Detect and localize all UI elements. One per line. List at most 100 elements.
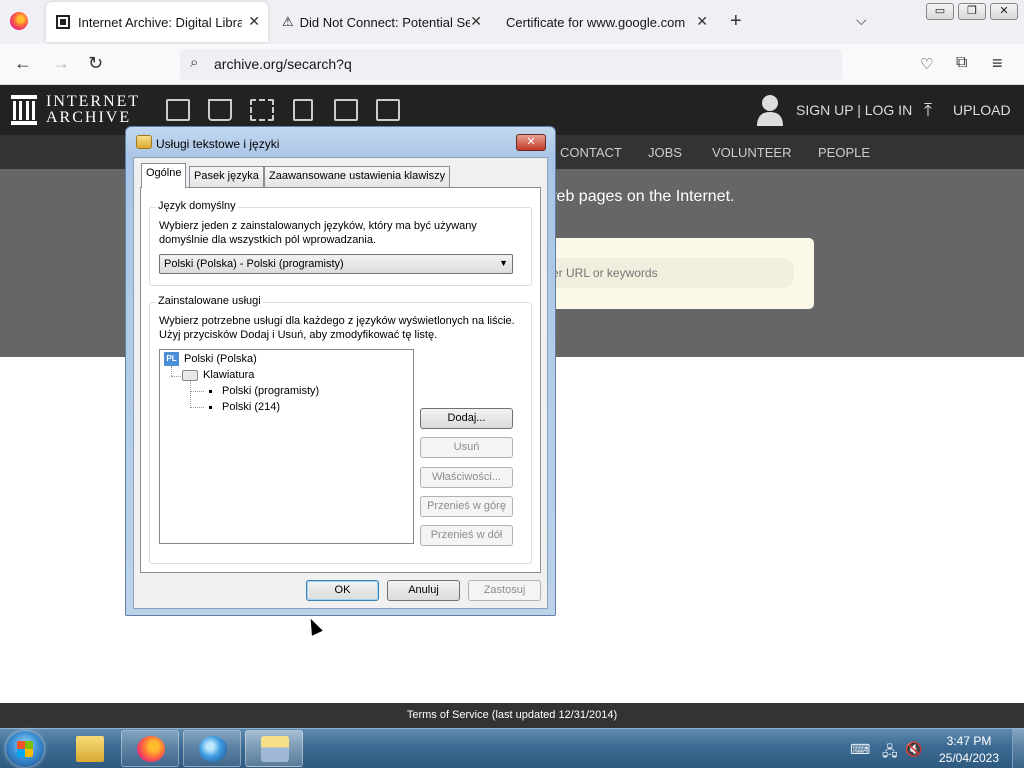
keyboard-icon [261,736,289,762]
clock-time[interactable]: 3:47 PM [934,734,1004,748]
services-tree[interactable]: PL Polski (Polska) Klawiatura Polski (pr… [159,349,414,544]
default-language-dropdown[interactable]: Polski (Polska) - Polski (programisty) ▼ [159,254,513,274]
tab-internet-archive[interactable]: Internet Archive: Digital Library ✕ [46,2,268,42]
software-floppy-icon[interactable] [334,99,358,121]
user-avatar-icon[interactable] [757,94,783,126]
nav-contact[interactable]: CONTACT [560,145,622,160]
nav-people[interactable]: PEOPLE [818,145,870,160]
archive-logo-text[interactable]: INTERNET ARCHIVE [46,94,140,126]
nav-jobs[interactable]: JOBS [648,145,682,160]
tab-general[interactable]: Ogólne [141,163,187,188]
tab-close-icon[interactable]: ✕ [248,13,260,30]
search-icon: ⌕ [190,54,199,71]
tree-connector [190,381,191,408]
clock-date[interactable]: 25/04/2023 [934,751,1004,765]
volume-muted-icon[interactable]: 🔇 [905,741,922,758]
default-language-label: Język domyślny [156,200,238,212]
forward-arrow-icon[interactable]: → [52,53,70,74]
nav-volunteer[interactable]: VOLUNTEER [712,145,791,160]
hamburger-menu-icon[interactable]: ≡ [992,53,1003,74]
window-close-button[interactable]: ✕ [990,3,1018,20]
maximize-button[interactable]: ❐ [958,3,986,20]
text-services-icon [136,135,152,149]
tree-connector [171,376,181,377]
apply-button[interactable]: Zastosuj [468,580,541,601]
reload-icon[interactable]: ↻ [88,53,103,74]
start-button[interactable] [6,731,44,767]
tab-title: Internet Archive: Digital Library [78,14,242,30]
tab-close-icon[interactable]: ✕ [696,13,708,30]
description-line: Wybierz potrzebne usługi dla każdego z j… [159,315,515,327]
description-line: Użyj przycisków Dodaj i Usuń, aby zmodyf… [159,329,438,341]
dialog-close-button[interactable]: ✕ [516,134,546,151]
tree-node-keyboard-layout[interactable]: Polski (programisty) [222,385,319,397]
archive-logo-icon[interactable] [10,94,38,126]
terms-of-service-link[interactable]: Terms of Service (last updated 12/31/201… [407,709,617,721]
windows-taskbar: ⌨ 🖧 🔇 3:47 PM 25/04/2023 [0,728,1024,768]
tab-certificate[interactable]: Certificate for www.google.com ✕ [496,2,716,42]
web-media-icon[interactable] [166,99,190,121]
wayback-search-input[interactable] [544,258,794,288]
upload-arrow-icon[interactable]: ⤒ [924,100,932,121]
url-text[interactable]: archive.org/secarch?q [214,56,352,72]
wayback-search-panel [540,238,814,309]
archive-favicon-icon [56,15,70,29]
dialog-title: Usługi tekstowe i języki [156,137,280,151]
upload-link[interactable]: UPLOAD [953,102,1011,118]
list-all-tabs-button[interactable]: ⌵ [856,12,867,29]
new-tab-button[interactable]: + [730,10,742,33]
tab-advanced-key-settings[interactable]: Zaawansowane ustawienia klawiszy [264,166,451,187]
tab-did-not-connect[interactable]: ⚠ Did Not Connect: Potential Sec ✕ [272,2,490,42]
cancel-button[interactable]: Anuluj [387,580,460,601]
polish-language-badge: PL [164,352,179,366]
keyboard-tray-icon[interactable]: ⌨ [850,741,870,758]
move-down-button[interactable]: Przenieś w dół [420,525,513,546]
dropdown-value: Polski (Polska) - Polski (programisty) [164,258,344,270]
warning-icon: ⚠ [282,14,294,29]
installed-services-label: Zainstalowane usługi [156,295,263,307]
audio-speaker-icon[interactable] [293,99,313,121]
properties-button[interactable]: Właściwości... [420,467,513,488]
tree-node-language[interactable]: Polski (Polska) [184,353,257,365]
video-film-icon[interactable] [250,99,274,121]
pocket-icon[interactable]: ♡ [920,55,933,73]
taskbar-firefox[interactable] [121,730,179,767]
extensions-icon[interactable]: ⧉ [956,54,967,72]
signup-login-link[interactable]: SIGN UP | LOG IN [796,102,912,118]
bullet-icon [209,390,212,393]
bullet-icon [209,406,212,409]
move-up-button[interactable]: Przenieś w górę [420,496,513,517]
add-button[interactable]: Dodaj... [420,408,513,429]
remove-button[interactable]: Usuń [420,437,513,458]
ok-button[interactable]: OK [306,580,379,601]
tab-title: Did Not Connect: Potential Sec [299,14,470,30]
browser-navigation-bar: ← → ↻ ⌕ archive.org/secarch?q ♡ ⧉ ≡ [0,44,1024,85]
back-arrow-icon[interactable]: ← [14,53,32,74]
tree-connector [190,391,204,392]
tree-node-keyboard-layout[interactable]: Polski (214) [222,401,280,413]
show-desktop-button[interactable] [1012,729,1024,768]
tree-connector [190,407,204,408]
url-bar[interactable]: ⌕ archive.org/secarch?q [180,49,842,80]
description-line: Wybierz jeden z zainstalowanych języków,… [159,220,477,232]
taskbar-explorer[interactable] [60,730,118,767]
firefox-icon [137,736,165,762]
tab-language-bar[interactable]: Pasek języka [189,166,264,187]
minimize-button[interactable]: ▭ [926,3,954,20]
texts-book-icon[interactable] [208,99,232,121]
text-services-dialog: Usługi tekstowe i języki ✕ Ogólne Pasek … [125,126,556,616]
dropdown-arrow-icon: ▼ [499,258,508,268]
taskbar-text-services[interactable] [245,730,303,767]
ia-footer: Terms of Service (last updated 12/31/201… [0,703,1024,728]
network-tray-icon[interactable]: 🖧 [882,741,898,765]
installed-services-group: Zainstalowane usługi Wybierz potrzebne u… [149,295,532,564]
logo-line1: INTERNET [46,93,141,110]
dialog-body: Ogólne Pasek języka Zaawansowane ustawie… [133,157,548,609]
taskbar-control-panel[interactable] [183,730,241,767]
tab-close-icon[interactable]: ✕ [470,13,482,30]
tree-connector [171,366,172,376]
mouse-cursor-icon [305,616,323,636]
images-icon[interactable] [376,99,400,121]
tree-node-keyboard[interactable]: Klawiatura [203,369,254,381]
firefox-icon [10,12,28,30]
